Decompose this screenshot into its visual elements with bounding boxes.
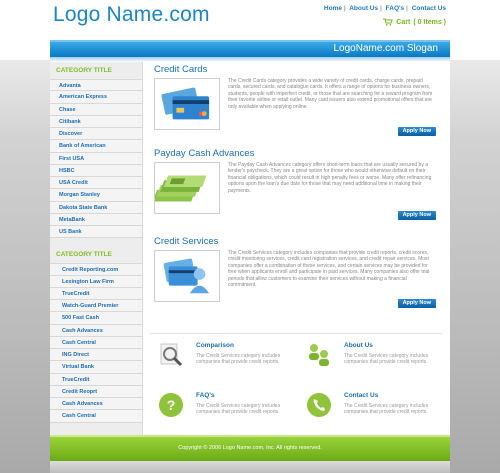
sidebar-item[interactable]: TrueCredit bbox=[50, 287, 142, 300]
feature-title[interactable]: About Us bbox=[344, 342, 373, 349]
category-title: CATEGORY TITLE bbox=[56, 251, 112, 259]
feature-text: The Credit Services category includes co… bbox=[196, 403, 281, 416]
apply-now-button[interactable]: Apply Now bbox=[397, 299, 436, 308]
cart-label[interactable]: Cart bbox=[396, 19, 410, 26]
sidebar: CATEGORY TITLE Advanta American Express … bbox=[50, 62, 143, 435]
feature-title[interactable]: Comparison bbox=[196, 342, 234, 349]
nav-contact-us[interactable]: Contact Us bbox=[412, 5, 446, 12]
sidebar-item[interactable]: First USA bbox=[50, 152, 142, 165]
sidebar-item[interactable]: Chase bbox=[50, 103, 142, 116]
section-description: The Credit Services category includes co… bbox=[228, 250, 430, 289]
sidebar-item[interactable]: Advanta bbox=[50, 79, 142, 92]
category-title: CATEGORY TITLE bbox=[56, 67, 112, 74]
feature-comparison: Comparison The Credit Services category … bbox=[150, 338, 290, 384]
sidebar-item[interactable]: Credit Reporting.com bbox=[50, 263, 142, 276]
apply-now-button[interactable]: Apply Now bbox=[397, 127, 436, 136]
section-title[interactable]: Credit Services bbox=[154, 236, 218, 247]
slogan-bar: LogoName.com Slogan bbox=[50, 40, 450, 57]
sidebar-item[interactable]: Bank of American bbox=[50, 140, 142, 153]
logo[interactable]: Logo Name.com bbox=[53, 4, 210, 26]
sidebar-item[interactable]: Cash Central bbox=[50, 336, 142, 349]
section-description: The Payday Cash Advances category offers… bbox=[228, 162, 432, 194]
copyright-text: Copyright © 2006 Logo Name.com, Inc. All… bbox=[178, 445, 322, 451]
footer-shade bbox=[50, 461, 450, 473]
cart-count: ( 0 Items ) bbox=[413, 18, 446, 26]
sidebar-item[interactable]: American Express bbox=[50, 91, 142, 104]
sidebar-item[interactable]: Discover bbox=[50, 128, 142, 141]
sidebar-item[interactable]: 500 Fast Cash bbox=[50, 312, 142, 325]
feature-about-us: About Us The Credit Services category in… bbox=[298, 338, 438, 384]
sidebar-item[interactable]: Cash Advances bbox=[50, 398, 142, 411]
credit-card-icon bbox=[154, 78, 220, 130]
main-content: Credit Cards The Credit Cards category p… bbox=[150, 62, 442, 315]
sidebar-item[interactable]: Lexington Law Firm bbox=[50, 275, 142, 288]
sidebar-item[interactable]: Citibank bbox=[50, 115, 142, 128]
slogan: LogoName.com Slogan bbox=[333, 43, 438, 54]
section-title[interactable]: Credit Cards bbox=[154, 64, 207, 75]
section-description: The Credit Cards category provides a wid… bbox=[228, 78, 433, 110]
sidebar-item[interactable]: Credit Reoprt bbox=[50, 385, 142, 398]
feature-title[interactable]: FAQ's bbox=[196, 392, 215, 399]
nav-home[interactable]: Home bbox=[324, 5, 342, 12]
sidebar-item[interactable]: TrueCredit bbox=[50, 373, 142, 386]
people-icon bbox=[306, 342, 332, 368]
cart[interactable]: Cart ( 0 Items ) bbox=[383, 18, 446, 26]
product-section: Credit Cards The Credit Cards category p… bbox=[150, 62, 442, 143]
logo-text[interactable]: Logo Name.com bbox=[53, 4, 210, 26]
sidebar-item[interactable]: USA Credit bbox=[50, 177, 142, 190]
feature-contact-us: Contact Us The Credit Services category … bbox=[298, 388, 438, 434]
feature-faqs: ? FAQ's The Credit Services category inc… bbox=[150, 388, 290, 434]
feature-text: The Credit Services category includes co… bbox=[344, 353, 429, 366]
product-section: Payday Cash Advances The Payday Cash Adv… bbox=[150, 146, 442, 227]
feature-title[interactable]: Contact Us bbox=[344, 392, 378, 399]
sidebar-item[interactable]: Cash Advances bbox=[50, 324, 142, 337]
category-list: Advanta American Express Chase Citibank … bbox=[50, 79, 142, 239]
sidebar-item[interactable]: Dakota State Bank bbox=[50, 201, 142, 214]
sidebar-item[interactable]: ING Direct bbox=[50, 349, 142, 362]
cash-icon bbox=[152, 162, 220, 214]
cart-icon bbox=[383, 18, 393, 26]
sidebar-item[interactable]: US Bank bbox=[50, 226, 142, 239]
user-card-icon bbox=[154, 250, 220, 302]
section-title[interactable]: Payday Cash Advances bbox=[154, 148, 254, 159]
question-icon: ? bbox=[158, 392, 184, 418]
sidebar-item[interactable]: Morgan Stanley bbox=[50, 189, 142, 202]
magnifier-icon bbox=[158, 342, 184, 368]
nav-faqs[interactable]: FAQ's bbox=[386, 5, 405, 12]
phone-icon bbox=[306, 392, 332, 418]
features-grid: Comparison The Credit Services category … bbox=[150, 333, 442, 433]
sidebar-item[interactable]: MetaBank bbox=[50, 213, 142, 226]
feature-text: The Credit Services category includes co… bbox=[344, 403, 429, 416]
apply-now-button[interactable]: Apply Now bbox=[397, 211, 436, 220]
sidebar-item[interactable]: Watch-Guard Premier bbox=[50, 300, 142, 313]
footer: Copyright © 2006 Logo Name.com, Inc. All… bbox=[50, 435, 450, 461]
sidebar-item[interactable]: HSBC bbox=[50, 164, 142, 177]
top-nav: Home | About Us | FAQ's | Contact Us bbox=[323, 5, 446, 12]
feature-text: The Credit Services category includes co… bbox=[196, 353, 281, 366]
sidebar-item[interactable]: Cash Central bbox=[50, 410, 142, 423]
product-section: Credit Services The Credit Services cate… bbox=[150, 234, 442, 315]
svg-text:?: ? bbox=[167, 397, 176, 413]
category-list: Credit Reporting.com Lexington Law Firm … bbox=[50, 263, 142, 423]
sidebar-item[interactable]: Virtual Bank bbox=[50, 361, 142, 374]
nav-about-us[interactable]: About Us bbox=[349, 5, 378, 12]
